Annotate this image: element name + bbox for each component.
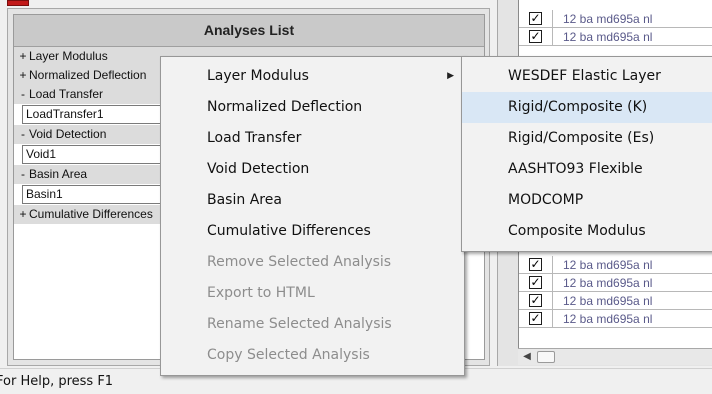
menu-item-label: Basin Area (207, 192, 282, 208)
tree-group-label: Cumulative Differences (29, 207, 153, 221)
menu-item-label: Cumulative Differences (207, 223, 371, 239)
checkbox-cell: ✓ (519, 28, 553, 46)
expand-icon[interactable]: + (17, 66, 29, 85)
collapse-icon[interactable]: - (17, 165, 29, 184)
scroll-left-arrow-icon[interactable]: ◀ (520, 350, 534, 364)
submenu-item-composite-modulus[interactable]: Composite Modulus (462, 216, 712, 247)
tree-item[interactable]: Void1 (22, 145, 172, 164)
menu-item-label: Normalized Deflection (207, 99, 363, 115)
menu-item-cumulative-differences[interactable]: Cumulative Differences (161, 216, 464, 247)
menu-item-remove-selected-analysis[interactable]: Remove Selected Analysis (161, 247, 464, 278)
collapse-icon[interactable]: - (17, 85, 29, 104)
row-checkbox[interactable]: ✓ (529, 12, 542, 25)
menu-item-label: Void Detection (207, 161, 310, 177)
table-row[interactable]: ✓ 12 ba md695a nl (519, 10, 712, 28)
menu-item-rename-selected-analysis[interactable]: Rename Selected Analysis (161, 309, 464, 340)
menu-item-copy-selected-analysis[interactable]: Copy Selected Analysis (161, 340, 464, 371)
tree-group-label: Basin Area (29, 167, 88, 181)
submenu-arrow-icon: ▶ (447, 71, 454, 81)
tree-group-label: Normalized Deflection (29, 68, 147, 82)
layer-modulus-submenu: WESDEF Elastic Layer Rigid/Composite (K) R… (461, 56, 712, 252)
row-label: 12 ba md695a nl (563, 312, 653, 326)
menu-item-void-detection[interactable]: Void Detection (161, 154, 464, 185)
tree-item[interactable]: LoadTransfer1 (22, 105, 172, 124)
table-row[interactable]: ✓ 12 ba md695a nl (519, 256, 712, 274)
menu-item-label: Rename Selected Analysis (207, 316, 392, 332)
row-label: 12 ba md695a nl (563, 258, 653, 272)
menu-item-export-to-html[interactable]: Export to HTML (161, 278, 464, 309)
red-marker (7, 0, 29, 6)
tree-item[interactable]: Basin1 (22, 185, 172, 204)
expand-icon[interactable]: + (17, 205, 29, 224)
scroll-thumb[interactable] (537, 351, 555, 363)
submenu-item-wesdef-elastic-layer[interactable]: WESDEF Elastic Layer (462, 61, 712, 92)
checkbox-cell: ✓ (519, 10, 553, 28)
tree-group-label: Layer Modulus (29, 49, 108, 63)
checkbox-cell: ✓ (519, 256, 553, 274)
table-row[interactable]: ✓ 12 ba md695a nl (519, 310, 712, 328)
expand-icon[interactable]: + (17, 47, 29, 66)
menu-item-layer-modulus[interactable]: Layer Modulus ▶ (161, 61, 464, 92)
checkbox-cell: ✓ (519, 292, 553, 310)
collapse-icon[interactable]: - (17, 125, 29, 144)
row-label: 12 ba md695a nl (563, 294, 653, 308)
row-checkbox[interactable]: ✓ (529, 258, 542, 271)
row-label: 12 ba md695a nl (563, 12, 653, 26)
submenu-item-aashto93-flexible[interactable]: AASHTO93 Flexible (462, 154, 712, 185)
tree-group-label: Load Transfer (29, 87, 104, 101)
context-menu: Layer Modulus ▶ Normalized Deflection Load … (160, 56, 465, 376)
menu-item-basin-area[interactable]: Basin Area (161, 185, 464, 216)
row-label: 12 ba md695a nl (563, 276, 653, 290)
row-checkbox[interactable]: ✓ (529, 294, 542, 307)
row-checkbox[interactable]: ✓ (529, 30, 542, 43)
analyses-list-header: Analyses List (14, 15, 484, 47)
checkbox-cell: ✓ (519, 274, 553, 292)
menu-item-load-transfer[interactable]: Load Transfer (161, 123, 464, 154)
menu-item-label: Copy Selected Analysis (207, 347, 370, 363)
submenu-item-rigid-composite-es[interactable]: Rigid/Composite (Es) (462, 123, 712, 154)
menu-item-label: Layer Modulus (207, 68, 309, 84)
row-checkbox[interactable]: ✓ (529, 276, 542, 289)
menu-item-normalized-deflection[interactable]: Normalized Deflection (161, 92, 464, 123)
row-checkbox[interactable]: ✓ (529, 312, 542, 325)
submenu-item-rigid-composite-k[interactable]: Rigid/Composite (K) (462, 92, 712, 123)
submenu-item-modcomp[interactable]: MODCOMP (462, 185, 712, 216)
status-text: For Help, press F1 (0, 374, 114, 389)
table-row[interactable]: ✓ 12 ba md695a nl (519, 292, 712, 310)
menu-item-label: Remove Selected Analysis (207, 254, 392, 270)
menu-item-label: Export to HTML (207, 285, 315, 301)
row-label: 12 ba md695a nl (563, 30, 653, 44)
checkbox-cell: ✓ (519, 310, 553, 328)
tree-group-label: Void Detection (29, 127, 107, 141)
table-row[interactable]: ✓ 12 ba md695a nl (519, 28, 712, 46)
menu-item-label: Load Transfer (207, 130, 302, 146)
horizontal-scrollbar[interactable]: ◀ (518, 348, 712, 365)
table-row[interactable]: ✓ 12 ba md695a nl (519, 274, 712, 292)
